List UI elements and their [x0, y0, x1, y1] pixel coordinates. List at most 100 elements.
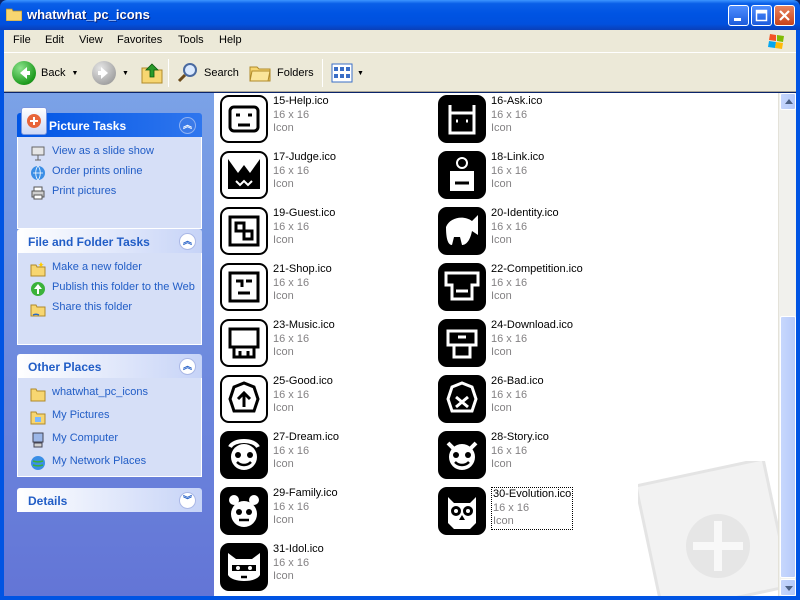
picture-watermark-icon [638, 461, 778, 596]
file-dimensions: 16 x 16 [273, 332, 310, 345]
details-panel: Details ︾ [17, 488, 202, 512]
file-type: Icon [273, 402, 294, 414]
file-item[interactable]: 20-Identity.ico 16 x 16 Icon [434, 205, 644, 257]
back-button[interactable]: Back ▼ [12, 61, 78, 85]
file-item[interactable]: 29-Family.ico 16 x 16 Icon [216, 485, 426, 537]
file-item[interactable]: 18-Link.ico 16 x 16 Icon [434, 149, 644, 201]
file-item[interactable]: 25-Good.ico 16 x 16 Icon [216, 373, 426, 425]
expand-chevron-icon[interactable]: ︾ [179, 492, 196, 509]
file-meta: 24-Download.ico 16 x 16 Icon [491, 319, 573, 360]
back-dropdown-icon[interactable]: ▼ [71, 70, 78, 77]
scroll-down-button[interactable] [780, 579, 796, 596]
file-dimensions: 16 x 16 [273, 276, 310, 289]
file-name: 26-Bad.ico [491, 375, 544, 387]
dream-face-icon [220, 431, 268, 479]
file-item[interactable]: 31-Idol.ico 16 x 16 Icon [216, 541, 426, 593]
menu-tools[interactable]: Tools [178, 34, 204, 46]
menu-file[interactable]: File [13, 34, 31, 46]
file-folder-tasks-title: File and Folder Tasks [28, 235, 150, 249]
file-item[interactable]: 23-Music.ico 16 x 16 Icon [216, 317, 426, 369]
file-item[interactable]: 15-Help.ico 16 x 16 Icon [216, 93, 426, 145]
maximize-button[interactable] [751, 5, 772, 26]
collapse-chevron-icon[interactable]: ︽ [179, 117, 196, 134]
file-folder-tasks-header[interactable]: File and Folder Tasks ︽ [17, 229, 202, 253]
close-button[interactable] [774, 5, 795, 26]
collapse-chevron-icon[interactable]: ︽ [179, 358, 196, 375]
menu-favorites[interactable]: Favorites [117, 34, 162, 46]
idol-raccoon-icon [220, 543, 268, 591]
file-dimensions: 16 x 16 [273, 388, 310, 401]
download-face-icon [438, 319, 486, 367]
folder-icon [6, 8, 22, 21]
place-whatwhat-folder[interactable]: whatwhat_pc_icons [30, 386, 201, 402]
minimize-button[interactable] [728, 5, 749, 26]
place-label: My Network Places [52, 455, 147, 467]
file-item[interactable]: 17-Judge.ico 16 x 16 Icon [216, 149, 426, 201]
file-item[interactable]: 27-Dream.ico 16 x 16 Icon [216, 429, 426, 481]
scroll-up-button[interactable] [780, 93, 796, 110]
up-folder-button[interactable] [140, 61, 164, 85]
file-name: 24-Download.ico [491, 319, 573, 331]
up-folder-icon [141, 63, 163, 84]
network-places-icon [31, 456, 45, 470]
maximize-icon [755, 9, 768, 22]
file-item[interactable]: 28-Story.ico 16 x 16 Icon [434, 429, 644, 481]
minimize-icon [734, 18, 741, 21]
views-dropdown-icon[interactable]: ▼ [357, 70, 364, 77]
task-order-prints[interactable]: Order prints online [30, 165, 201, 181]
file-item[interactable]: 22-Competition.ico 16 x 16 Icon [434, 261, 644, 313]
menu-view[interactable]: View [79, 34, 103, 46]
title-bar[interactable]: whatwhat_pc_icons [0, 0, 800, 30]
forward-dropdown-icon[interactable]: ▼ [122, 70, 129, 77]
file-view[interactable]: 15-Help.ico 16 x 16 Icon 16-Ask.ico 16 x 16 I… [214, 93, 778, 596]
file-name: 22-Competition.ico [491, 263, 583, 275]
menu-help[interactable]: Help [219, 34, 242, 46]
file-name: 19-Guest.ico [273, 207, 336, 219]
file-item[interactable]: 19-Guest.ico 16 x 16 Icon [216, 205, 426, 257]
place-label: whatwhat_pc_icons [52, 386, 149, 398]
views-button[interactable]: ▼ [330, 61, 364, 85]
file-dimensions: 16 x 16 [493, 501, 530, 514]
scroll-thumb[interactable] [780, 316, 796, 578]
file-type: Icon [491, 178, 512, 190]
folders-button[interactable]: Folders [248, 61, 314, 85]
task-view-slideshow[interactable]: View as a slide show [30, 145, 201, 161]
file-type: Icon [273, 234, 294, 246]
music-face-icon [220, 319, 268, 367]
file-item[interactable]: 30-Evolution.ico 16 x 16 Icon [434, 485, 644, 537]
window-frame-bottom [0, 596, 800, 600]
forward-button[interactable]: ▼ [92, 61, 129, 85]
file-item[interactable]: 26-Bad.ico 16 x 16 Icon [434, 373, 644, 425]
file-meta: 18-Link.ico 16 x 16 Icon [491, 151, 544, 192]
task-share-folder[interactable]: Share this folder [30, 301, 201, 317]
place-my-pictures[interactable]: My Pictures [30, 409, 201, 425]
place-my-computer[interactable]: My Computer [30, 432, 201, 448]
file-type: Icon [273, 570, 294, 582]
file-item[interactable]: 24-Download.ico 16 x 16 Icon [434, 317, 644, 369]
printer-icon [31, 186, 45, 200]
file-item[interactable]: 16-Ask.ico 16 x 16 Icon [434, 93, 644, 145]
details-header[interactable]: Details ︾ [17, 488, 202, 512]
menu-edit[interactable]: Edit [45, 34, 64, 46]
other-places-header[interactable]: Other Places ︽ [17, 354, 202, 378]
picture-tasks-header[interactable]: Picture Tasks ︽ [17, 107, 202, 137]
place-my-network[interactable]: My Network Places [30, 455, 201, 471]
collapse-chevron-icon[interactable]: ︽ [179, 233, 196, 250]
file-dimensions: 16 x 16 [273, 164, 310, 177]
link-robot-icon [438, 151, 486, 199]
file-item[interactable]: 21-Shop.ico 16 x 16 Icon [216, 261, 426, 313]
task-new-folder[interactable]: Make a new folder [30, 261, 201, 277]
search-button[interactable]: Search [176, 61, 239, 85]
file-dimensions: 16 x 16 [273, 220, 310, 233]
task-label: Share this folder [52, 301, 133, 313]
publish-web-icon [31, 282, 45, 296]
vertical-scrollbar[interactable] [778, 93, 796, 596]
shop-face-icon [220, 263, 268, 311]
task-publish-web[interactable]: Publish this folder to the Web [30, 281, 201, 297]
picture-tasks-icon [21, 107, 47, 135]
file-dimensions: 16 x 16 [491, 276, 528, 289]
task-print-pictures[interactable]: Print pictures [30, 185, 201, 201]
file-dimensions: 16 x 16 [491, 444, 528, 457]
file-type: Icon [491, 346, 512, 358]
folder-icon [30, 388, 46, 402]
